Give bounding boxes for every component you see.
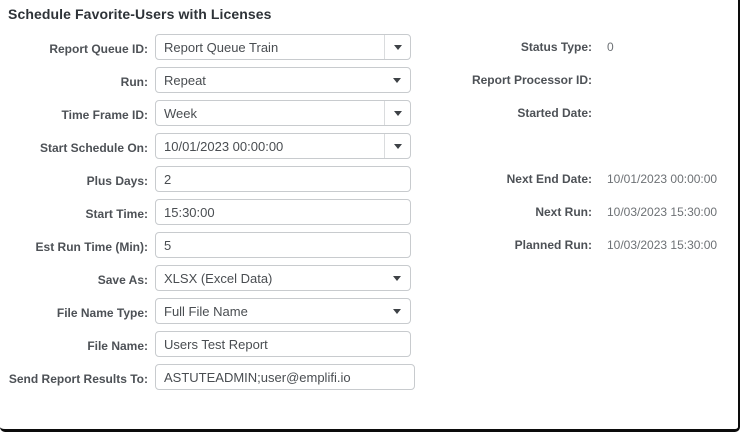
time-frame-id-dropdown[interactable]: Week (155, 100, 411, 126)
start-time-field (155, 199, 411, 225)
status-type-label: Status Type: (430, 40, 592, 54)
status-row-started-date: Started Date: (430, 100, 736, 126)
report-processor-id-label: Report Processor ID: (430, 73, 592, 87)
form-row-file-name: File Name: (0, 331, 415, 357)
form-row-start-schedule-on: Start Schedule On: 10/01/2023 00:00:00 (0, 133, 415, 159)
next-run-value: 10/03/2023 15:30:00 (607, 205, 717, 219)
form-row-est-run-time-min: Est Run Time (Min): (0, 232, 415, 258)
file-name-input[interactable] (155, 331, 411, 357)
run-dropdown-button[interactable] (384, 68, 410, 92)
start-time-input[interactable] (155, 199, 411, 225)
save-as-dropdown-button[interactable] (384, 266, 410, 290)
est-run-time-min-label: Est Run Time (Min): (0, 232, 148, 255)
form-row-send-report-results-to: Send Report Results To: (0, 364, 415, 390)
planned-run-value: 10/03/2023 15:30:00 (607, 238, 717, 252)
file-name-type-dropdown[interactable]: Full File Name (155, 298, 411, 324)
start-schedule-on-dropdown-button[interactable] (384, 134, 410, 158)
form-row-plus-days: Plus Days: (0, 166, 415, 192)
planned-run-label: Planned Run: (430, 238, 592, 252)
save-as-label: Save As: (0, 265, 148, 288)
start-schedule-on-selected-value: 10/01/2023 00:00:00 (164, 139, 384, 154)
file-name-field (155, 331, 411, 357)
report-queue-id-dropdown-button[interactable] (384, 35, 410, 59)
plus-days-input[interactable] (155, 166, 411, 192)
caret-down-icon (393, 276, 401, 281)
start-time-label: Start Time: (0, 199, 148, 222)
form-row-report-queue-id: Report Queue ID: Report Queue Train (0, 34, 415, 60)
report-queue-id-field: Report Queue Train (155, 34, 411, 60)
next-end-date-value: 10/01/2023 00:00:00 (607, 172, 717, 186)
status-type-value: 0 (607, 40, 614, 54)
form-row-time-frame-id: Time Frame ID: Week (0, 100, 415, 126)
status-row-status-type: Status Type: 0 (430, 34, 736, 60)
run-dropdown[interactable]: Repeat (155, 67, 411, 93)
status-row-next-run: Next Run: 10/03/2023 15:30:00 (430, 199, 736, 225)
send-report-results-to-input[interactable] (155, 364, 415, 390)
time-frame-id-dropdown-button[interactable] (384, 101, 410, 125)
next-end-date-label: Next End Date: (430, 172, 592, 186)
save-as-dropdown[interactable]: XLSX (Excel Data) (155, 265, 411, 291)
report-queue-id-selected-value: Report Queue Train (164, 40, 384, 55)
est-run-time-min-input[interactable] (155, 232, 411, 258)
form-row-run: Run: Repeat (0, 67, 415, 93)
plus-days-label: Plus Days: (0, 166, 148, 189)
report-queue-id-dropdown[interactable]: Report Queue Train (155, 34, 411, 60)
save-as-selected-value: XLSX (Excel Data) (164, 271, 384, 286)
schedule-form: Report Queue ID: Report Queue Train Run: Re… (0, 34, 415, 397)
run-field: Repeat (155, 67, 411, 93)
run-selected-value: Repeat (164, 73, 384, 88)
caret-down-icon (393, 309, 401, 314)
start-schedule-on-dropdown[interactable]: 10/01/2023 00:00:00 (155, 133, 411, 159)
report-queue-id-label: Report Queue ID: (0, 34, 148, 57)
run-label: Run: (0, 67, 148, 90)
save-as-field: XLSX (Excel Data) (155, 265, 411, 291)
file-name-type-label: File Name Type: (0, 298, 148, 321)
time-frame-id-field: Week (155, 100, 411, 126)
plus-days-field (155, 166, 411, 192)
page-title: Schedule Favorite-Users with Licenses (8, 6, 272, 22)
caret-down-icon (394, 45, 402, 50)
next-run-label: Next Run: (430, 205, 592, 219)
status-panel: Status Type: 0 Report Processor ID: Started… (430, 34, 736, 294)
send-report-results-to-field (155, 364, 415, 390)
caret-down-icon (394, 111, 402, 116)
start-schedule-on-field: 10/01/2023 00:00:00 (155, 133, 411, 159)
file-name-type-selected-value: Full File Name (164, 304, 384, 319)
started-date-label: Started Date: (430, 106, 592, 120)
est-run-time-min-field (155, 232, 411, 258)
status-row-planned-run: Planned Run: 10/03/2023 15:30:00 (430, 232, 736, 258)
time-frame-id-selected-value: Week (164, 106, 384, 121)
file-name-type-field: Full File Name (155, 298, 411, 324)
file-name-label: File Name: (0, 331, 148, 354)
form-row-start-time: Start Time: (0, 199, 415, 225)
time-frame-id-label: Time Frame ID: (0, 100, 148, 123)
start-schedule-on-label: Start Schedule On: (0, 133, 148, 156)
send-report-results-to-label: Send Report Results To: (0, 364, 148, 387)
status-row-report-processor-id: Report Processor ID: (430, 67, 736, 93)
caret-down-icon (394, 144, 402, 149)
caret-down-icon (393, 78, 401, 83)
status-row-next-end-date: Next End Date: 10/01/2023 00:00:00 (430, 166, 736, 192)
form-row-save-as: Save As: XLSX (Excel Data) (0, 265, 415, 291)
form-row-file-name-type: File Name Type: Full File Name (0, 298, 415, 324)
window: Schedule Favorite-Users with Licenses Re… (0, 0, 740, 432)
file-name-type-dropdown-button[interactable] (384, 299, 410, 323)
